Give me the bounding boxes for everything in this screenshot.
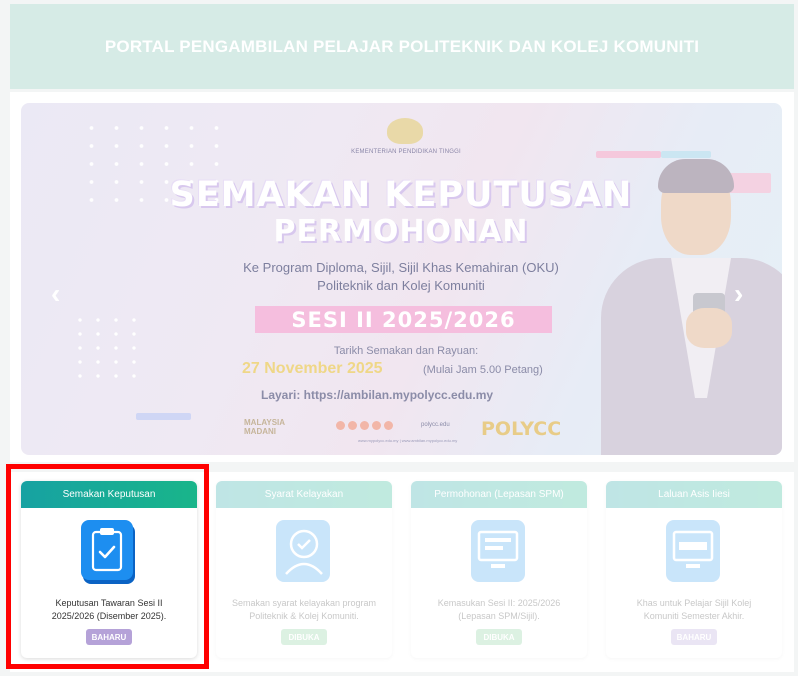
youtube-icon [372, 421, 381, 430]
banner-date-label: Tarikh Semakan dan Rayuan: [333, 345, 479, 357]
banner-carousel[interactable]: KEMENTERIAN PENDIDIKAN TINGGI SEMAKAN KE… [21, 103, 782, 455]
card-title: Permohonan (Lepasan SPM) [411, 481, 587, 508]
card-description: Khas untuk Pelajar Sijil Kolej Komuniti … [614, 597, 774, 623]
banner-link: Layari: https://ambilan.mypolycc.edu.my [261, 388, 494, 402]
banner-headline-1: SEMAKAN KEPUTUSAN [169, 175, 633, 215]
ministry-name: KEMENTERIAN PENDIDIKAN TINGGI [351, 149, 461, 155]
carousel-prev-icon[interactable]: ‹ [51, 278, 60, 310]
banner-date: 27 November 2025 [242, 360, 383, 377]
ministry-crest-icon [387, 118, 423, 144]
social-handle: polycc.edu [421, 422, 450, 428]
card-permohonan[interactable]: Permohonan (Lepasan SPM) Kemasukan Sesi … [411, 481, 587, 658]
monitor-laluan-icon [664, 518, 724, 588]
banner-person-image [601, 159, 782, 455]
card-description: Semakan syarat kelayakan program Politek… [224, 597, 384, 623]
tiktok-icon [384, 421, 393, 430]
instagram-icon [360, 421, 369, 430]
status-badge: DIBUKA [476, 629, 522, 645]
banner-subtitle-1: Ke Program Diploma, Sijil, Sijil Khas Ke… [243, 260, 559, 275]
polycc-logo: POLYCC [481, 418, 562, 440]
page-header: PORTAL PENGAMBILAN PELAJAR POLITEKNIK DA… [10, 4, 794, 89]
decor-stripe [136, 413, 191, 420]
selection-highlight [6, 464, 209, 669]
card-title: Syarat Kelayakan [216, 481, 392, 508]
card-desc-line: Semakan syarat kelayakan program [231, 598, 377, 608]
card-syarat-kelayakan[interactable]: Syarat Kelayakan Semakan syarat kelayaka… [216, 481, 392, 658]
decor-dots-2 [71, 313, 146, 383]
decor-stripe [661, 151, 711, 158]
banner-subtitle-2: Politeknik dan Kolej Komuniti [317, 278, 485, 293]
card-desc-line: Khas untuk Pelajar Sijil Kolej [636, 598, 752, 608]
card-desc-line: Politeknik & Kolej Komuniti. [249, 611, 359, 621]
facebook-icon [336, 421, 345, 430]
monitor-form-icon [469, 518, 529, 588]
card-desc-line: Komuniti Semester Akhir. [643, 611, 745, 621]
user-check-gear-icon [274, 518, 334, 588]
banner-footer: MALAYSIA MADANI polycc.edu www.mypolycc.… [236, 413, 566, 443]
page-title: PORTAL PENGAMBILAN PELAJAR POLITEKNIK DA… [104, 36, 700, 56]
card-title: Laluan Asis Iiesi [606, 481, 782, 508]
card-description: Kemasukan Sesi II: 2025/2026 (Lepasan SP… [419, 597, 579, 623]
card-laluan[interactable]: Laluan Asis Iiesi Khas untuk Pelajar Sij… [606, 481, 782, 658]
madani-logo: MALAYSIA MADANI [244, 418, 285, 436]
card-desc-line: Kemasukan Sesi II: 2025/2026 [437, 598, 561, 608]
x-icon [348, 421, 357, 430]
carousel-next-icon[interactable]: › [734, 278, 743, 310]
decor-stripe [596, 151, 661, 158]
status-badge: BAHARU [671, 629, 717, 645]
banner-session: SESI II 2025/2026 [255, 306, 552, 333]
banner-headline-2: PERMOHONAN [273, 214, 529, 249]
banner-urls: www.mypolycc.edu.my | www.ambilan.mypoly… [358, 438, 458, 443]
banner-time: (Mulai Jam 5.00 Petang) [423, 364, 543, 376]
status-badge: DIBUKA [281, 629, 327, 645]
card-desc-line: (Lepasan SPM/Sijil). [458, 611, 540, 621]
